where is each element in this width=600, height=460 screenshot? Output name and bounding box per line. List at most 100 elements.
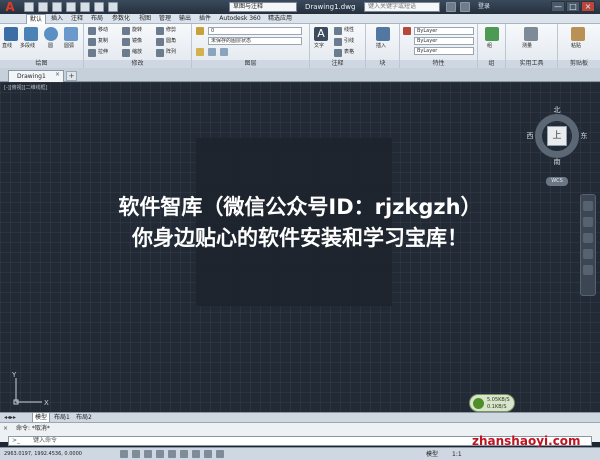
layer-state-select[interactable]: 未保存的图层状态 <box>208 37 302 45</box>
tab-home[interactable]: 默认 <box>26 14 46 24</box>
stretch-icon[interactable] <box>88 49 96 57</box>
array-label[interactable]: 阵列 <box>166 49 176 56</box>
model-space-toggle[interactable]: 模型 <box>426 449 438 460</box>
scale-label[interactable]: 缩放 <box>132 49 142 56</box>
application-menu-button[interactable]: A <box>2 1 18 13</box>
orbit-icon[interactable] <box>583 249 593 259</box>
viewcube-top-face[interactable]: 上 <box>547 126 567 146</box>
compass-west[interactable]: 西 <box>525 132 535 140</box>
array-icon[interactable] <box>156 49 164 57</box>
compass-north[interactable]: 北 <box>552 106 562 114</box>
close-command-line-icon[interactable]: × <box>3 425 11 433</box>
viewport-controls[interactable]: [-][俯视][二维线框] <box>4 84 64 93</box>
leader-label[interactable]: 引线 <box>344 38 354 45</box>
tab-view[interactable]: 视图 <box>136 14 154 24</box>
dynamic-ucs-icon[interactable] <box>192 450 200 458</box>
tab-annotate[interactable]: 注释 <box>68 14 86 24</box>
color-select[interactable]: ByLayer <box>414 27 474 35</box>
pan-icon[interactable] <box>583 217 593 227</box>
new-tab-button[interactable]: + <box>66 71 77 81</box>
linetype-select[interactable]: ByLayer <box>414 37 474 45</box>
leader-icon[interactable] <box>334 38 342 46</box>
login-link[interactable]: 登录 <box>478 2 518 12</box>
tab-output[interactable]: 输出 <box>176 14 194 24</box>
scale-icon[interactable] <box>122 49 130 57</box>
search-icon[interactable] <box>446 2 456 12</box>
ortho-mode-icon[interactable] <box>144 450 152 458</box>
dynamic-input-icon[interactable] <box>204 450 212 458</box>
snap-mode-icon[interactable] <box>120 450 128 458</box>
lock-icon[interactable] <box>220 48 228 56</box>
user-icon[interactable] <box>460 2 470 12</box>
full-navigation-wheel-icon[interactable] <box>583 201 593 211</box>
tab-featured-apps[interactable]: 精选应用 <box>266 14 294 24</box>
redo-icon[interactable] <box>108 2 118 12</box>
copy-icon[interactable] <box>88 38 96 46</box>
object-snap-icon[interactable] <box>168 450 176 458</box>
minimize-button[interactable]: — <box>551 1 565 12</box>
open-file-icon[interactable] <box>38 2 48 12</box>
move-label[interactable]: 移动 <box>98 27 108 34</box>
compass-south[interactable]: 南 <box>552 158 562 166</box>
table-icon[interactable] <box>334 49 342 57</box>
sun-icon[interactable] <box>208 48 216 56</box>
search-input[interactable]: 键入关键字或短语 <box>364 2 440 12</box>
arc-icon[interactable] <box>64 27 78 41</box>
close-tab-icon[interactable]: × <box>55 71 62 78</box>
copy-label[interactable]: 复制 <box>98 38 108 45</box>
group-icon[interactable] <box>485 27 499 41</box>
zoom-icon[interactable] <box>583 233 593 243</box>
polyline-icon[interactable] <box>24 27 38 41</box>
circle-icon[interactable] <box>44 27 58 41</box>
fillet-label[interactable]: 圆角 <box>166 38 176 45</box>
layout-scroll-arrows-icon[interactable]: ◂◂▸▸ <box>4 415 28 421</box>
close-button[interactable]: × <box>581 1 595 12</box>
save-as-icon[interactable] <box>66 2 76 12</box>
table-label[interactable]: 表格 <box>344 49 354 56</box>
lineweight-select[interactable]: ByLayer <box>414 47 474 55</box>
mirror-label[interactable]: 镜像 <box>132 38 142 45</box>
tab-manage[interactable]: 管理 <box>156 14 174 24</box>
network-speed-notification[interactable]: 5.05KB/S 0.1KB/S <box>469 394 515 412</box>
linear-label[interactable]: 线性 <box>344 27 354 34</box>
trim-icon[interactable] <box>156 27 164 35</box>
wcs-menu[interactable]: WCS <box>546 177 568 186</box>
measure-icon[interactable] <box>524 27 538 41</box>
showmotion-icon[interactable] <box>583 265 593 275</box>
tab-layout[interactable]: 布局 <box>88 14 106 24</box>
move-icon[interactable] <box>88 27 96 35</box>
tab-parametric[interactable]: 参数化 <box>108 14 134 24</box>
line-icon[interactable] <box>4 27 18 41</box>
tab-insert[interactable]: 插入 <box>48 14 66 24</box>
linear-dimension-icon[interactable] <box>334 27 342 35</box>
match-properties-icon[interactable] <box>403 27 411 35</box>
grid-display-icon[interactable] <box>132 450 140 458</box>
coordinates-readout[interactable]: 2963.0197, 1992.4536, 0.0000 <box>4 449 114 460</box>
drawing-canvas[interactable]: [-][俯视][二维线框] 软件智库（微信公众号ID：rjzkgzh） 你身边贴… <box>0 82 600 412</box>
text-icon[interactable]: A <box>314 27 328 41</box>
fillet-icon[interactable] <box>156 38 164 46</box>
current-layer-select[interactable]: 0 <box>208 27 302 35</box>
layer-properties-icon[interactable] <box>196 27 204 35</box>
lightbulb-icon[interactable] <box>196 48 204 56</box>
new-file-icon[interactable] <box>24 2 34 12</box>
undo-icon[interactable] <box>94 2 104 12</box>
rotate-icon[interactable] <box>122 27 130 35</box>
insert-block-icon[interactable] <box>376 27 390 41</box>
polar-tracking-icon[interactable] <box>156 450 164 458</box>
tab-autodesk-360[interactable]: Autodesk 360 <box>216 14 264 24</box>
save-icon[interactable] <box>52 2 62 12</box>
maximize-button[interactable]: □ <box>566 1 580 12</box>
workspace-select[interactable]: 草图与注释 <box>229 2 297 12</box>
object-snap-tracking-icon[interactable] <box>180 450 188 458</box>
lineweight-icon[interactable] <box>216 450 224 458</box>
compass-east[interactable]: 东 <box>579 132 589 140</box>
paste-icon[interactable] <box>571 27 585 41</box>
print-icon[interactable] <box>80 2 90 12</box>
mirror-icon[interactable] <box>122 38 130 46</box>
trim-label[interactable]: 修剪 <box>166 27 176 34</box>
rotate-label[interactable]: 旋转 <box>132 27 142 34</box>
annotation-scale[interactable]: 1:1 <box>452 449 462 460</box>
tab-plugins[interactable]: 插件 <box>196 14 214 24</box>
stretch-label[interactable]: 拉伸 <box>98 49 108 56</box>
